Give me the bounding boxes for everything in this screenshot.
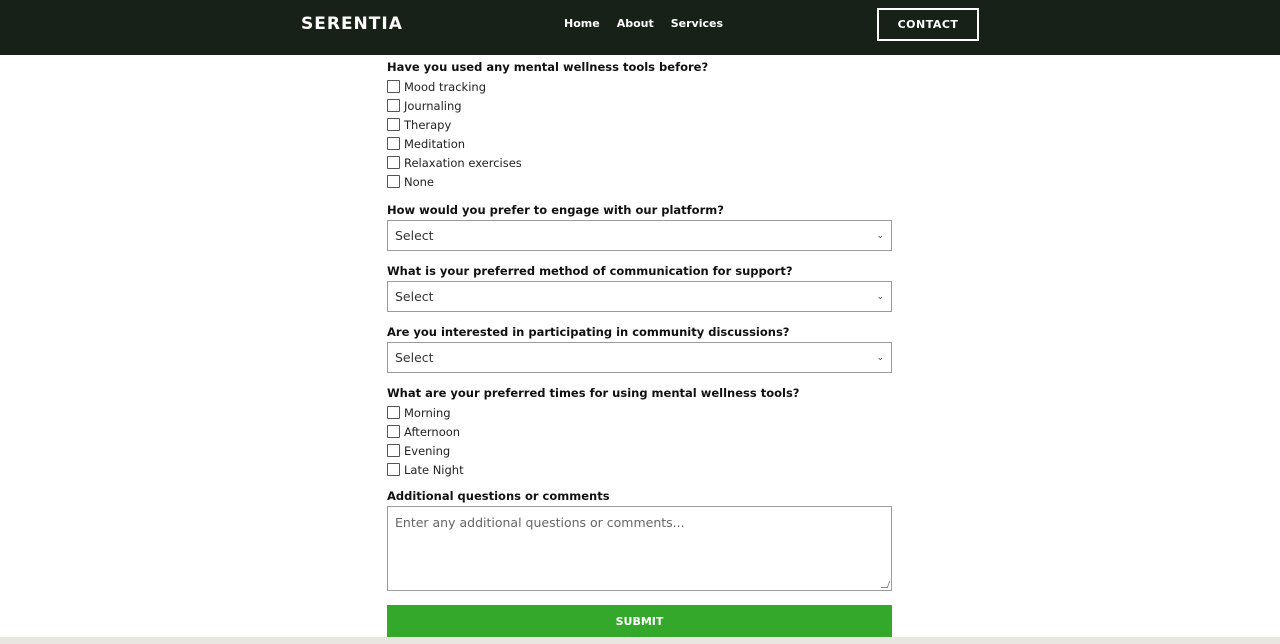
question-additional-comments: Additional questions or comments [387, 489, 610, 503]
engage-select[interactable]: Select ⌄ [387, 220, 892, 251]
communication-select[interactable]: Select ⌄ [387, 281, 892, 312]
main-nav: Home About Services [564, 17, 740, 30]
checkbox-label: None [404, 174, 435, 189]
question-tools-used: Have you used any mental wellness tools … [387, 60, 709, 74]
checkbox-label: Relaxation exercises [404, 155, 522, 170]
footer-strip [0, 637, 1280, 644]
chevron-down-icon: ⌄ [876, 291, 884, 302]
top-navbar: SERENTIA Home About Services CONTACT [0, 0, 1280, 55]
resize-handle-icon[interactable] [880, 581, 891, 588]
select-value: Select [395, 289, 434, 304]
textarea-placeholder: Enter any additional questions or commen… [395, 515, 685, 530]
checkbox-journaling[interactable]: Journaling [387, 96, 892, 115]
checkbox-morning[interactable]: Morning [387, 403, 892, 422]
select-value: Select [395, 350, 434, 365]
checkbox-late-night[interactable]: Late Night [387, 460, 892, 479]
checkbox-relaxation-exercises[interactable]: Relaxation exercises [387, 153, 892, 172]
checkbox-box[interactable] [387, 406, 400, 419]
chevron-down-icon: ⌄ [876, 352, 884, 363]
checkbox-label: Meditation [404, 136, 466, 151]
checkbox-afternoon[interactable]: Afternoon [387, 422, 892, 441]
contact-button[interactable]: CONTACT [877, 8, 979, 41]
checkbox-therapy[interactable]: Therapy [387, 115, 892, 134]
checkbox-label: Morning [404, 405, 451, 420]
submit-button[interactable]: SUBMIT [387, 605, 892, 638]
checkbox-evening[interactable]: Evening [387, 441, 892, 460]
wellness-survey-form: Have you used any mental wellness tools … [387, 58, 892, 638]
checkbox-label: Afternoon [404, 424, 461, 439]
question-engage-preference: How would you prefer to engage with our … [387, 203, 724, 217]
nav-link-services[interactable]: Services [671, 17, 723, 30]
tools-checkbox-group: Mood tracking Journaling Therapy Meditat… [387, 77, 892, 191]
select-value: Select [395, 228, 434, 243]
question-preferred-times: What are your preferred times for using … [387, 386, 800, 400]
checkbox-label: Late Night [404, 462, 464, 477]
question-communication-method: What is your preferred method of communi… [387, 264, 793, 278]
checkbox-label: Mood tracking [404, 79, 486, 94]
checkbox-label: Evening [404, 443, 451, 458]
question-community-discussions: Are you interested in participating in c… [387, 325, 790, 339]
nav-link-home[interactable]: Home [564, 17, 600, 30]
community-select[interactable]: Select ⌄ [387, 342, 892, 373]
checkbox-label: Journaling [404, 98, 462, 113]
checkbox-box[interactable] [387, 425, 400, 438]
checkbox-box[interactable] [387, 80, 400, 93]
checkbox-none[interactable]: None [387, 172, 892, 191]
checkbox-box[interactable] [387, 156, 400, 169]
comments-textarea[interactable]: Enter any additional questions or commen… [387, 506, 892, 591]
checkbox-box[interactable] [387, 118, 400, 131]
checkbox-box[interactable] [387, 99, 400, 112]
checkbox-box[interactable] [387, 137, 400, 150]
chevron-down-icon: ⌄ [876, 230, 884, 241]
checkbox-box[interactable] [387, 463, 400, 476]
checkbox-meditation[interactable]: Meditation [387, 134, 892, 153]
checkbox-label: Therapy [404, 117, 452, 132]
nav-link-about[interactable]: About [617, 17, 654, 30]
checkbox-box[interactable] [387, 444, 400, 457]
checkbox-box[interactable] [387, 175, 400, 188]
checkbox-mood-tracking[interactable]: Mood tracking [387, 77, 892, 96]
times-checkbox-group: Morning Afternoon Evening Late Night [387, 403, 892, 479]
brand-logo[interactable]: SERENTIA [301, 14, 403, 34]
